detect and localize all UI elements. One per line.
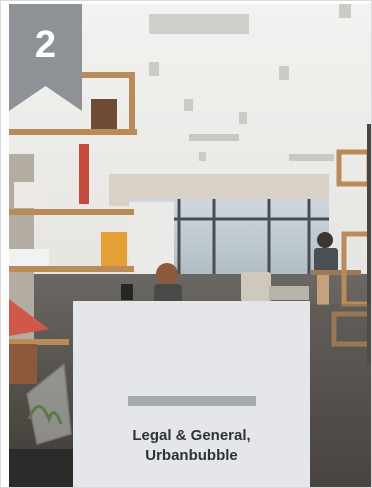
rank-number: 2 [34,24,57,66]
case-study-card[interactable]: 2 Legal & General, Urbanbubble [0,0,372,488]
caption-panel[interactable]: Legal & General, Urbanbubble [73,301,310,487]
case-study-title-line1: Legal & General, [132,427,251,444]
case-study-title-line2: Urbanbubble [145,447,238,464]
case-study-title[interactable]: Legal & General, Urbanbubble [73,426,310,466]
rank-badge: 2 [9,4,82,111]
caption-divider-bar [128,396,256,406]
